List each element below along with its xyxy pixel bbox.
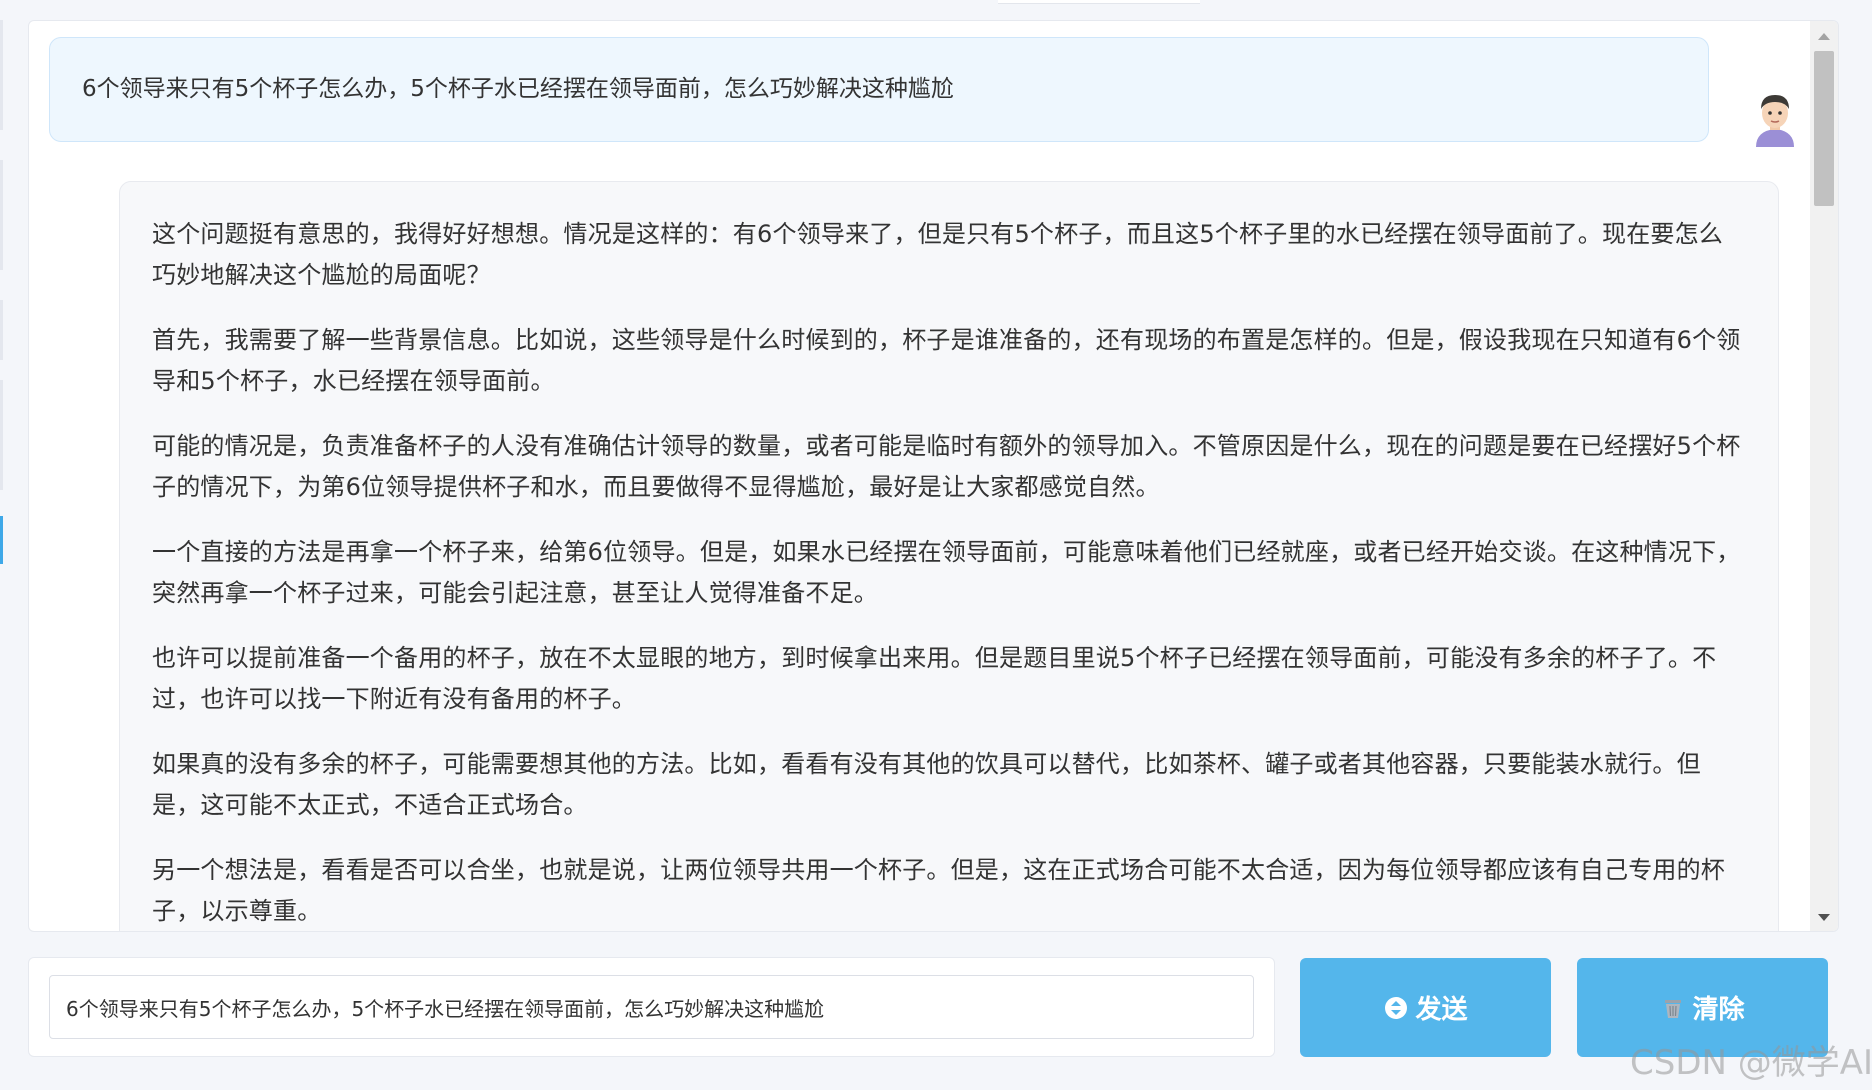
scroll-thumb[interactable] bbox=[1814, 51, 1834, 206]
assistant-paragraph: 也许可以提前准备一个备用的杯子，放在不太显眼的地方，到时候拿出来用。但是题目里说… bbox=[152, 644, 1717, 713]
sidebar-edge-segment bbox=[0, 20, 3, 130]
assistant-paragraph: 一个直接的方法是再拿一个杯子来，给第6位领导。但是，如果水已经摆在领导面前，可能… bbox=[152, 538, 1741, 607]
sidebar-edge-segment bbox=[0, 160, 3, 270]
assistant-paragraph: 可能的情况是，负责准备杯子的人没有准确估计领导的数量，或者可能是临时有额外的领导… bbox=[152, 432, 1741, 501]
assistant-paragraph: 另一个想法是，看看是否可以合坐，也就是说，让两位领导共用一个杯子。但是，这在正式… bbox=[152, 856, 1725, 925]
csdn-watermark: CSDN @微学AI bbox=[1630, 1043, 1872, 1083]
chat-panel: 6个领导来只有5个杯子怎么办，5个杯子水已经摆在领导面前，怎么巧妙解决这种尴尬 … bbox=[28, 20, 1839, 932]
clear-button-label: 清除 bbox=[1692, 995, 1745, 1025]
chat-scrollbar[interactable] bbox=[1810, 21, 1838, 931]
send-recycle-icon bbox=[1383, 995, 1409, 1021]
top-tab-indicator bbox=[998, 0, 1200, 4]
left-sidebar-edge bbox=[0, 20, 4, 900]
send-button[interactable]: 发送 bbox=[1300, 958, 1551, 1057]
trash-icon bbox=[1660, 995, 1686, 1021]
assistant-paragraph: 这个问题挺有意思的，我得好好想想。情况是这样的：有6个领导来了，但是只有5个杯子… bbox=[152, 220, 1724, 289]
send-button-label: 发送 bbox=[1415, 995, 1468, 1025]
message-input[interactable] bbox=[49, 975, 1254, 1039]
chat-history[interactable]: 6个领导来只有5个杯子怎么办，5个杯子水已经摆在领导面前，怎么巧妙解决这种尴尬 … bbox=[29, 21, 1810, 931]
assistant-paragraph: 首先，我需要了解一些背景信息。比如说，这些领导是什么时候到的，杯子是谁准备的，还… bbox=[152, 326, 1741, 395]
sidebar-edge-segment bbox=[0, 300, 3, 360]
user-message-bubble: 6个领导来只有5个杯子怎么办，5个杯子水已经摆在领导面前，怎么巧妙解决这种尴尬 bbox=[49, 37, 1709, 142]
assistant-message-bubble: 这个问题挺有意思的，我得好好想想。情况是这样的：有6个领导来了，但是只有5个杯子… bbox=[119, 181, 1779, 931]
composer-card bbox=[28, 957, 1275, 1057]
user-message-row: 6个领导来只有5个杯子怎么办，5个杯子水已经摆在领导面前，怎么巧妙解决这种尴尬 bbox=[49, 37, 1805, 147]
scroll-up-arrow-icon[interactable] bbox=[1818, 33, 1830, 40]
assistant-paragraph: 如果真的没有多余的杯子，可能需要想其他的方法。比如，看看有没有其他的饮具可以替代… bbox=[152, 750, 1701, 819]
scroll-down-arrow-icon[interactable] bbox=[1818, 914, 1830, 921]
user-avatar-icon bbox=[1752, 89, 1798, 147]
sidebar-edge-active-segment bbox=[0, 516, 3, 564]
sidebar-edge-segment bbox=[0, 380, 3, 490]
